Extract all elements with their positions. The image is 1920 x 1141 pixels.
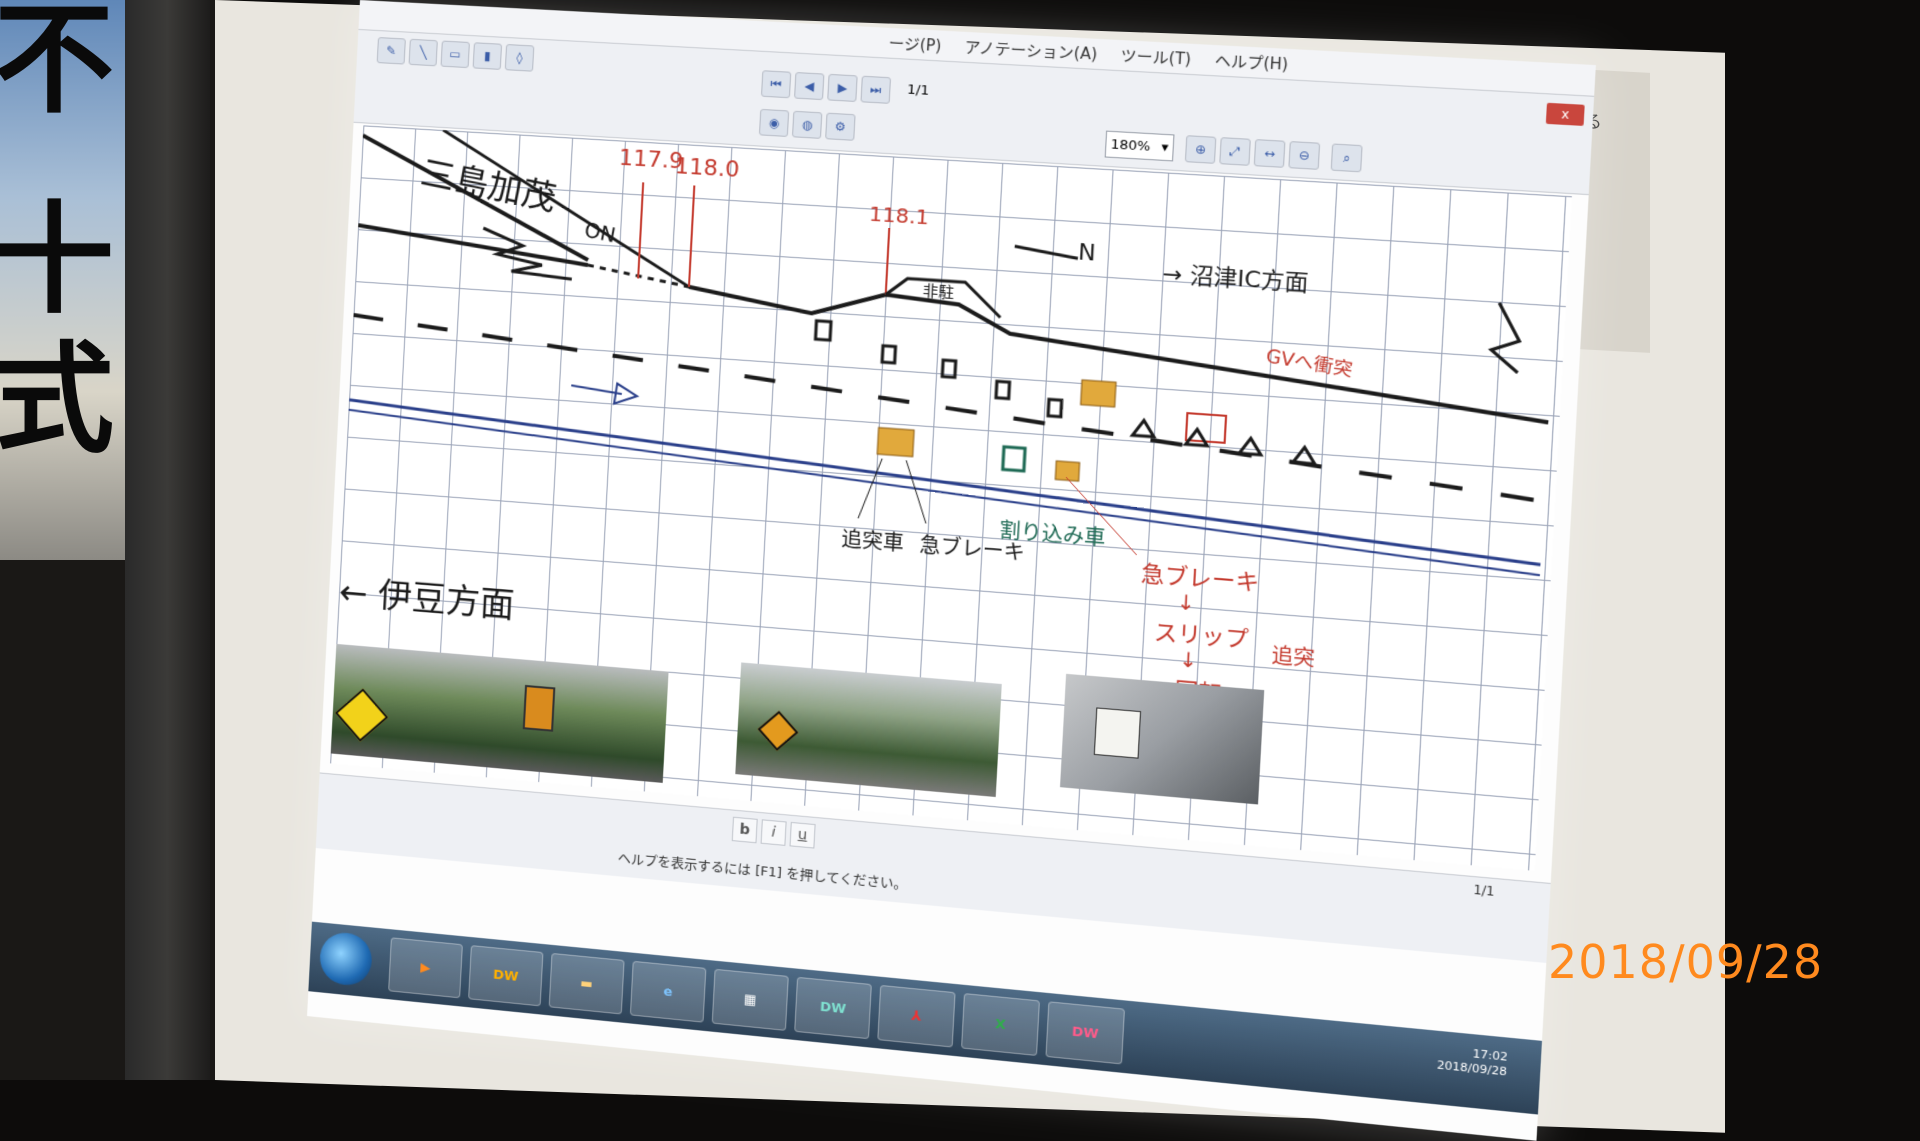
vehicle-rear-ender [877,428,914,457]
italic-button[interactable]: i [760,819,787,846]
system-clock[interactable]: 17:02 2018/09/28 [1437,1043,1508,1079]
highlight-tool-icon[interactable]: ▮ [472,42,503,70]
km-label-1181: 118.1 [868,201,930,230]
arrow-board-truck [522,684,556,732]
camera-icon[interactable]: ◉ [758,108,790,137]
barrier-2 [1186,429,1208,446]
calendar-taskbar-icon[interactable]: ▦ [711,968,789,1031]
dreamweaver-taskbar-icon[interactable]: DW [468,945,544,1007]
search-icon[interactable]: ⌕ [1330,143,1363,173]
north-compass-mark [1490,303,1521,373]
menu-help[interactable]: ヘルプ(H) [1214,49,1289,75]
barrier-1 [1132,420,1154,437]
wall-left: 不 十 式 [0,0,230,1080]
camera-date-stamp: 2018/09/28 [1548,935,1824,989]
line-tool-icon[interactable]: ╲ [408,38,438,67]
folder-taskbar-icon[interactable]: ▬ [548,952,625,1015]
pointer-rear-ender [858,457,882,520]
fit-page-icon[interactable]: ⤢ [1219,137,1251,166]
acrobat-taskbar-icon[interactable]: ⅄ [877,984,956,1048]
shape-tool-icon[interactable]: ▭ [440,40,470,69]
pen-tool-icon[interactable]: ✎ [376,37,406,65]
underline-button[interactable]: u [789,821,816,849]
next-page-icon[interactable]: ▶ [827,73,858,103]
km-marker-1181 [886,228,890,295]
curve-warning-sign-icon [757,710,799,751]
last-page-icon[interactable]: ⏭ [860,75,892,104]
settings-icon[interactable]: ⚙ [825,112,856,141]
pointer-braking [903,460,929,523]
road-edge-left [357,225,589,265]
page-counter: 1/1 [906,82,930,99]
start-button[interactable] [318,930,374,988]
sign-character-3: 式 [0,329,114,470]
menu-page[interactable]: ージ(P) [888,32,942,56]
warning-sign-icon [334,688,389,742]
rear-ender-label: 追突車 [840,526,905,556]
vehicle-spun [1081,380,1116,407]
eraser-tool-icon[interactable]: ◊ [504,44,535,72]
collision-label: 追突 [1270,642,1316,672]
no-parking-zone-label: 非駐 [922,281,955,303]
km-marker-1179 [638,182,643,278]
menu-tools[interactable]: ツール(T) [1120,44,1192,70]
sequence-arrow-1: ↓ [1176,589,1196,616]
chevron-down-icon: ▾ [1160,139,1169,156]
cone-3 [942,360,955,377]
close-button[interactable]: x [1545,102,1585,126]
first-page-icon[interactable]: ⏮ [760,70,792,99]
dreamweaver-3-taskbar-icon[interactable]: DW [1045,1001,1125,1065]
zoom-select[interactable]: 180% ▾ [1104,130,1175,162]
km-marker-1180 [689,185,694,286]
prev-page-icon[interactable]: ◀ [794,72,825,101]
sequence-arrow-2: ↓ [1178,646,1199,674]
globe-icon[interactable]: ◍ [791,110,823,139]
window-post [125,0,210,1080]
site-photo-3-tanker[interactable] [1059,673,1265,805]
bold-button[interactable]: b [731,816,758,844]
menu-annotation[interactable]: アノテーション(A) [964,36,1098,65]
site-photo-2[interactable] [735,662,1002,798]
vehicle-cut-in [1003,447,1025,471]
help-hint: ヘルプを表示するには [F1] を押してください。 [617,850,908,893]
hazard-placard [1093,707,1142,759]
sign-character-1: 不 [0,0,114,130]
cone-1 [815,321,831,340]
dreamweaver-2-taskbar-icon[interactable]: DW [794,976,872,1040]
media-player-taskbar-icon[interactable]: ▶ [388,937,463,999]
lane-divider [348,315,1549,501]
zoom-value: 180% [1110,136,1151,155]
north-label: N [1077,239,1097,267]
traffic-direction-arrow [571,385,622,394]
zoom-in-icon[interactable]: ⊕ [1184,135,1217,164]
page-indicator: 1/1 [1472,882,1496,899]
km-label-1180: 118.0 [674,153,741,184]
road-edge-main [685,282,1553,423]
drawing-canvas[interactable]: 三島加茂 ON 117.9 118.0 118.1 N → 沼津IC方面 非駐 … [330,125,1572,871]
excel-taskbar-icon[interactable]: X [961,993,1040,1056]
north-arrow [1014,246,1078,258]
sign-character-2: 十 [0,189,114,330]
cone-2 [882,346,895,363]
barrier-4 [1293,447,1316,464]
cone-5 [1048,399,1062,416]
barrier-3 [1239,438,1261,455]
internet-explorer-taskbar-icon[interactable]: e [629,960,707,1023]
projected-screen: ージ(P) アノテーション(A) ツール(T) ヘルプ(H) ✎ ╲ ▭ ▮ ◊… [307,0,1596,1141]
cone-4 [996,381,1010,398]
zoom-out-icon[interactable]: ⊖ [1288,141,1321,170]
fit-width-icon[interactable]: ↔ [1253,139,1286,168]
